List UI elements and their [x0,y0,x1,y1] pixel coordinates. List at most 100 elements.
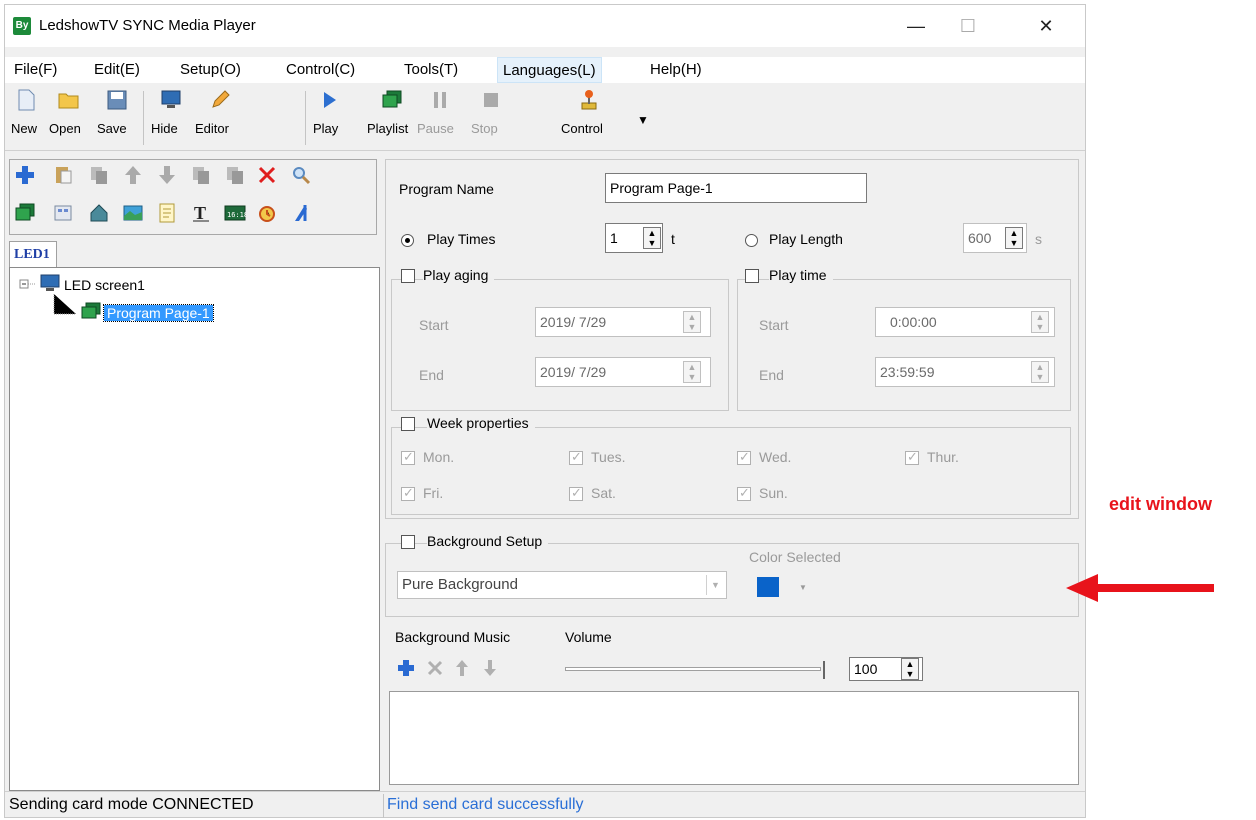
toolbar: New Open Save Hide Editor Play Playlist [5,85,1085,151]
week-properties-checkbox[interactable] [401,417,415,431]
tuesday-label: Tues. [591,449,626,465]
app-window: By LedshowTV SYNC Media Player — ☐ ✕ Fil… [4,4,1086,818]
volume-slider-thumb[interactable] [823,661,829,679]
menu-control[interactable]: Control(C) [281,57,360,83]
single-line-text-icon[interactable]: T [190,202,212,224]
paste-icon[interactable] [52,164,74,186]
play-times-spinner[interactable]: ▲ ▼ [643,227,661,249]
week-properties-group [391,427,1071,515]
joystick-icon [578,89,600,111]
play-button[interactable]: Play [313,89,347,147]
stop-button[interactable]: Stop [471,89,511,147]
playtime-start-input[interactable]: 0:00:00 [875,307,1055,337]
playtime-end-input[interactable]: 23:59:59 [875,357,1055,387]
program-page-icon[interactable] [14,202,36,224]
play-length-spinner[interactable]: ▲ ▼ [1005,227,1023,249]
control-button[interactable]: Control [561,89,617,147]
pause-button[interactable]: Pause [417,89,463,147]
aging-end-spinner[interactable]: ▲ ▼ [683,361,701,383]
move-up-icon[interactable] [122,164,144,186]
tab-led1[interactable]: LED1 [9,241,57,269]
aging-end-label: End [419,367,444,383]
playlist-button[interactable]: Playlist [367,89,417,147]
monday-checkbox[interactable] [401,449,415,465]
playtime-end-spinner[interactable]: ▲ ▼ [1031,361,1049,383]
toolbar-overflow-icon[interactable]: ▼ [637,113,649,127]
thursday-checkbox[interactable] [905,449,919,465]
volume-slider-track[interactable] [565,667,821,671]
play-times-radio[interactable] [401,234,414,247]
background-type-dropdown[interactable]: Pure Background ▼ [397,571,727,599]
floppy-disk-icon [106,89,128,111]
move-top-icon[interactable] [190,164,212,186]
delete-icon[interactable] [256,164,278,186]
card-mode-status: Sending card mode CONNECTED [9,796,254,813]
window-title: LedshowTV SYNC Media Player [39,17,256,34]
minimize-button[interactable]: — [893,5,939,47]
house-icon[interactable] [88,202,110,224]
tree-item-program-page[interactable]: Program Page-1 [80,302,214,324]
program-name-input[interactable]: Program Page-1 [605,173,867,203]
app-logo-icon: By [13,17,31,35]
add-music-icon[interactable] [397,659,415,680]
element-tool-grid: T 16:18 [9,159,377,235]
picture-icon[interactable] [122,202,144,224]
open-button[interactable]: Open [49,89,89,147]
wednesday-checkbox[interactable] [737,449,751,465]
friday-checkbox[interactable] [401,485,415,501]
menu-setup[interactable]: Setup(O) [175,57,246,83]
sunday-checkbox[interactable] [737,485,751,501]
play-length-label: Play Length [769,231,843,247]
monitor-icon [160,89,182,111]
menu-languages[interactable]: Languages(L) [497,57,602,83]
move-down-icon[interactable] [156,164,178,186]
left-pane: T 16:18 LED1 LED screen1 Program Page-1 [5,151,382,791]
editor-button[interactable]: Editor [195,89,245,147]
play-aging-checkbox[interactable] [401,269,415,283]
video-window-icon[interactable] [52,202,74,224]
background-setup-checkbox[interactable] [401,535,415,549]
color-swatch[interactable] [757,577,779,597]
tree-item-label: LED screen1 [64,277,145,293]
hide-button[interactable]: Hide [151,89,191,147]
play-time-checkbox[interactable] [745,269,759,283]
menu-help[interactable]: Help(H) [645,57,707,83]
saturday-label: Sat. [591,485,616,501]
new-button[interactable]: New [11,89,41,147]
zoom-icon[interactable] [290,164,312,186]
volume-spinner[interactable]: ▲ ▼ [901,658,919,680]
copy-icon[interactable] [88,164,110,186]
play-time-label: Play time [769,267,833,283]
background-type-value: Pure Background [402,576,518,593]
music-down-icon[interactable] [483,659,497,680]
animated-text-icon[interactable] [290,202,312,224]
move-bottom-icon[interactable] [224,164,246,186]
tuesday-checkbox[interactable] [569,449,583,465]
aging-start-spinner[interactable]: ▲ ▼ [683,311,701,333]
music-list[interactable] [389,691,1079,785]
menu-tools[interactable]: Tools(T) [399,57,463,83]
playtime-start-spinner[interactable]: ▲ ▼ [1031,311,1049,333]
remove-music-icon[interactable] [427,660,443,679]
add-icon[interactable] [14,164,36,186]
play-length-radio[interactable] [745,234,758,247]
music-up-icon[interactable] [455,659,469,680]
menu-file[interactable]: File(F) [9,57,62,83]
close-button[interactable]: ✕ [1023,5,1069,47]
save-button[interactable]: Save [97,89,137,147]
screen-tab-strip: LED1 [5,239,382,269]
alarm-clock-icon[interactable] [256,202,278,224]
playtime-start-label: Start [759,317,789,333]
text-document-icon[interactable] [156,202,178,224]
wednesday-label: Wed. [759,449,792,465]
saturday-checkbox[interactable] [569,485,583,501]
program-name-label: Program Name [399,181,494,197]
menu-edit[interactable]: Edit(E) [89,57,145,83]
tree-item-label: Program Page-1 [103,304,214,322]
digital-clock-icon[interactable]: 16:18 [224,202,246,224]
play-length-value: 600 [968,230,992,246]
tree-item-led-screen[interactable]: LED screen1 [40,274,145,296]
maximize-button[interactable]: ☐ [945,5,991,47]
color-dropdown-arrow-icon[interactable]: ▼ [799,583,807,592]
dropdown-arrow-icon: ▼ [706,575,724,595]
